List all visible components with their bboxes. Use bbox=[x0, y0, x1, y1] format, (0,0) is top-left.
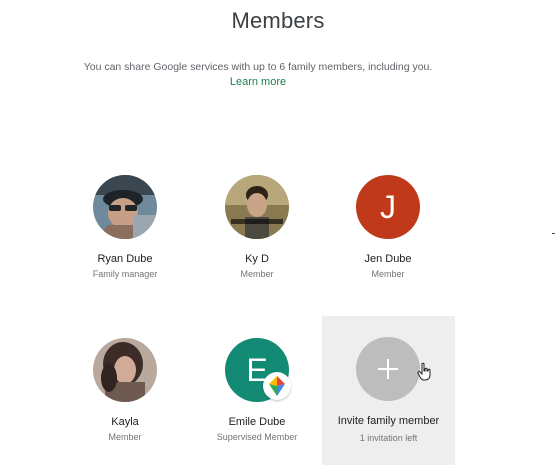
member-card-kayla[interactable]: Kayla Member bbox=[60, 338, 190, 442]
hand-cursor-icon bbox=[417, 362, 433, 387]
member-role: Family manager bbox=[92, 269, 158, 279]
member-role: Member bbox=[108, 432, 142, 442]
plus-icon bbox=[356, 337, 420, 401]
avatar: J bbox=[356, 175, 420, 239]
invitations-left: 1 invitation left bbox=[359, 433, 418, 443]
learn-more-link[interactable]: Learn more bbox=[0, 76, 516, 88]
member-role: Member bbox=[371, 269, 405, 279]
member-name: Kayla bbox=[111, 416, 139, 428]
avatar bbox=[225, 175, 289, 239]
member-name: Jen Dube bbox=[364, 253, 412, 265]
avatar bbox=[93, 175, 157, 239]
member-name: Ryan Dube bbox=[97, 253, 153, 265]
avatar bbox=[93, 338, 157, 402]
members-description: You can share Google services with up to… bbox=[83, 61, 433, 73]
member-card-emile-dube[interactable]: E Emile Dube Supervised Member bbox=[192, 338, 322, 442]
invite-family-member-button[interactable]: Invite family member 1 invitation left bbox=[322, 316, 455, 465]
member-card-jen-dube[interactable]: J Jen Dube Member bbox=[323, 175, 453, 279]
page-title: Members bbox=[231, 8, 325, 33]
ryan-photo bbox=[93, 175, 157, 239]
invite-label: Invite family member bbox=[337, 415, 440, 427]
learn-more-label: Learn more bbox=[229, 76, 287, 88]
member-card-ryan-dube[interactable]: Ryan Dube Family manager bbox=[60, 175, 190, 279]
family-members-page: Members You can share Google services wi… bbox=[0, 0, 556, 465]
family-link-icon bbox=[263, 372, 291, 400]
edge-mark bbox=[552, 233, 555, 234]
member-role: Supervised Member bbox=[216, 432, 298, 442]
member-name: Ky D bbox=[245, 253, 269, 265]
member-name: Emile Dube bbox=[228, 416, 286, 428]
ky-photo bbox=[225, 175, 289, 239]
member-role: Member bbox=[240, 269, 274, 279]
member-card-ky-d[interactable]: Ky D Member bbox=[192, 175, 322, 279]
kayla-photo bbox=[93, 338, 157, 402]
